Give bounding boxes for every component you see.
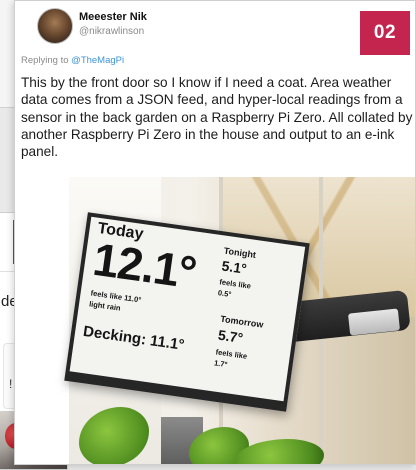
today-temperature: 12.1° xyxy=(89,232,200,299)
tomorrow-feels-value: 1.7° xyxy=(213,358,229,370)
avatar[interactable] xyxy=(37,8,73,44)
card-03-punctuation: ! xyxy=(9,377,13,391)
replying-to: Replying to @TheMagPi xyxy=(21,55,124,66)
user-handle[interactable]: @nikrawlinson xyxy=(79,26,144,37)
tonight-feels-value: 0.5° xyxy=(217,288,232,299)
tweet-text: This by the front door so I know if I ne… xyxy=(21,75,413,160)
replying-prefix: Replying to xyxy=(21,55,69,66)
eink-panel: Today 12.1° feels like 11.0° light rain … xyxy=(64,212,310,412)
mention-link[interactable]: @TheMagPi xyxy=(71,55,124,66)
tweet-card-02: Meeester Nik @nikrawlinson Replying to @… xyxy=(14,0,416,465)
tonight-temperature: 5.1° xyxy=(220,257,248,277)
display-name[interactable]: Meeester Nik xyxy=(79,11,147,23)
tomorrow-temperature: 5.7° xyxy=(217,326,245,346)
number-badge-02: 02 xyxy=(360,11,410,55)
